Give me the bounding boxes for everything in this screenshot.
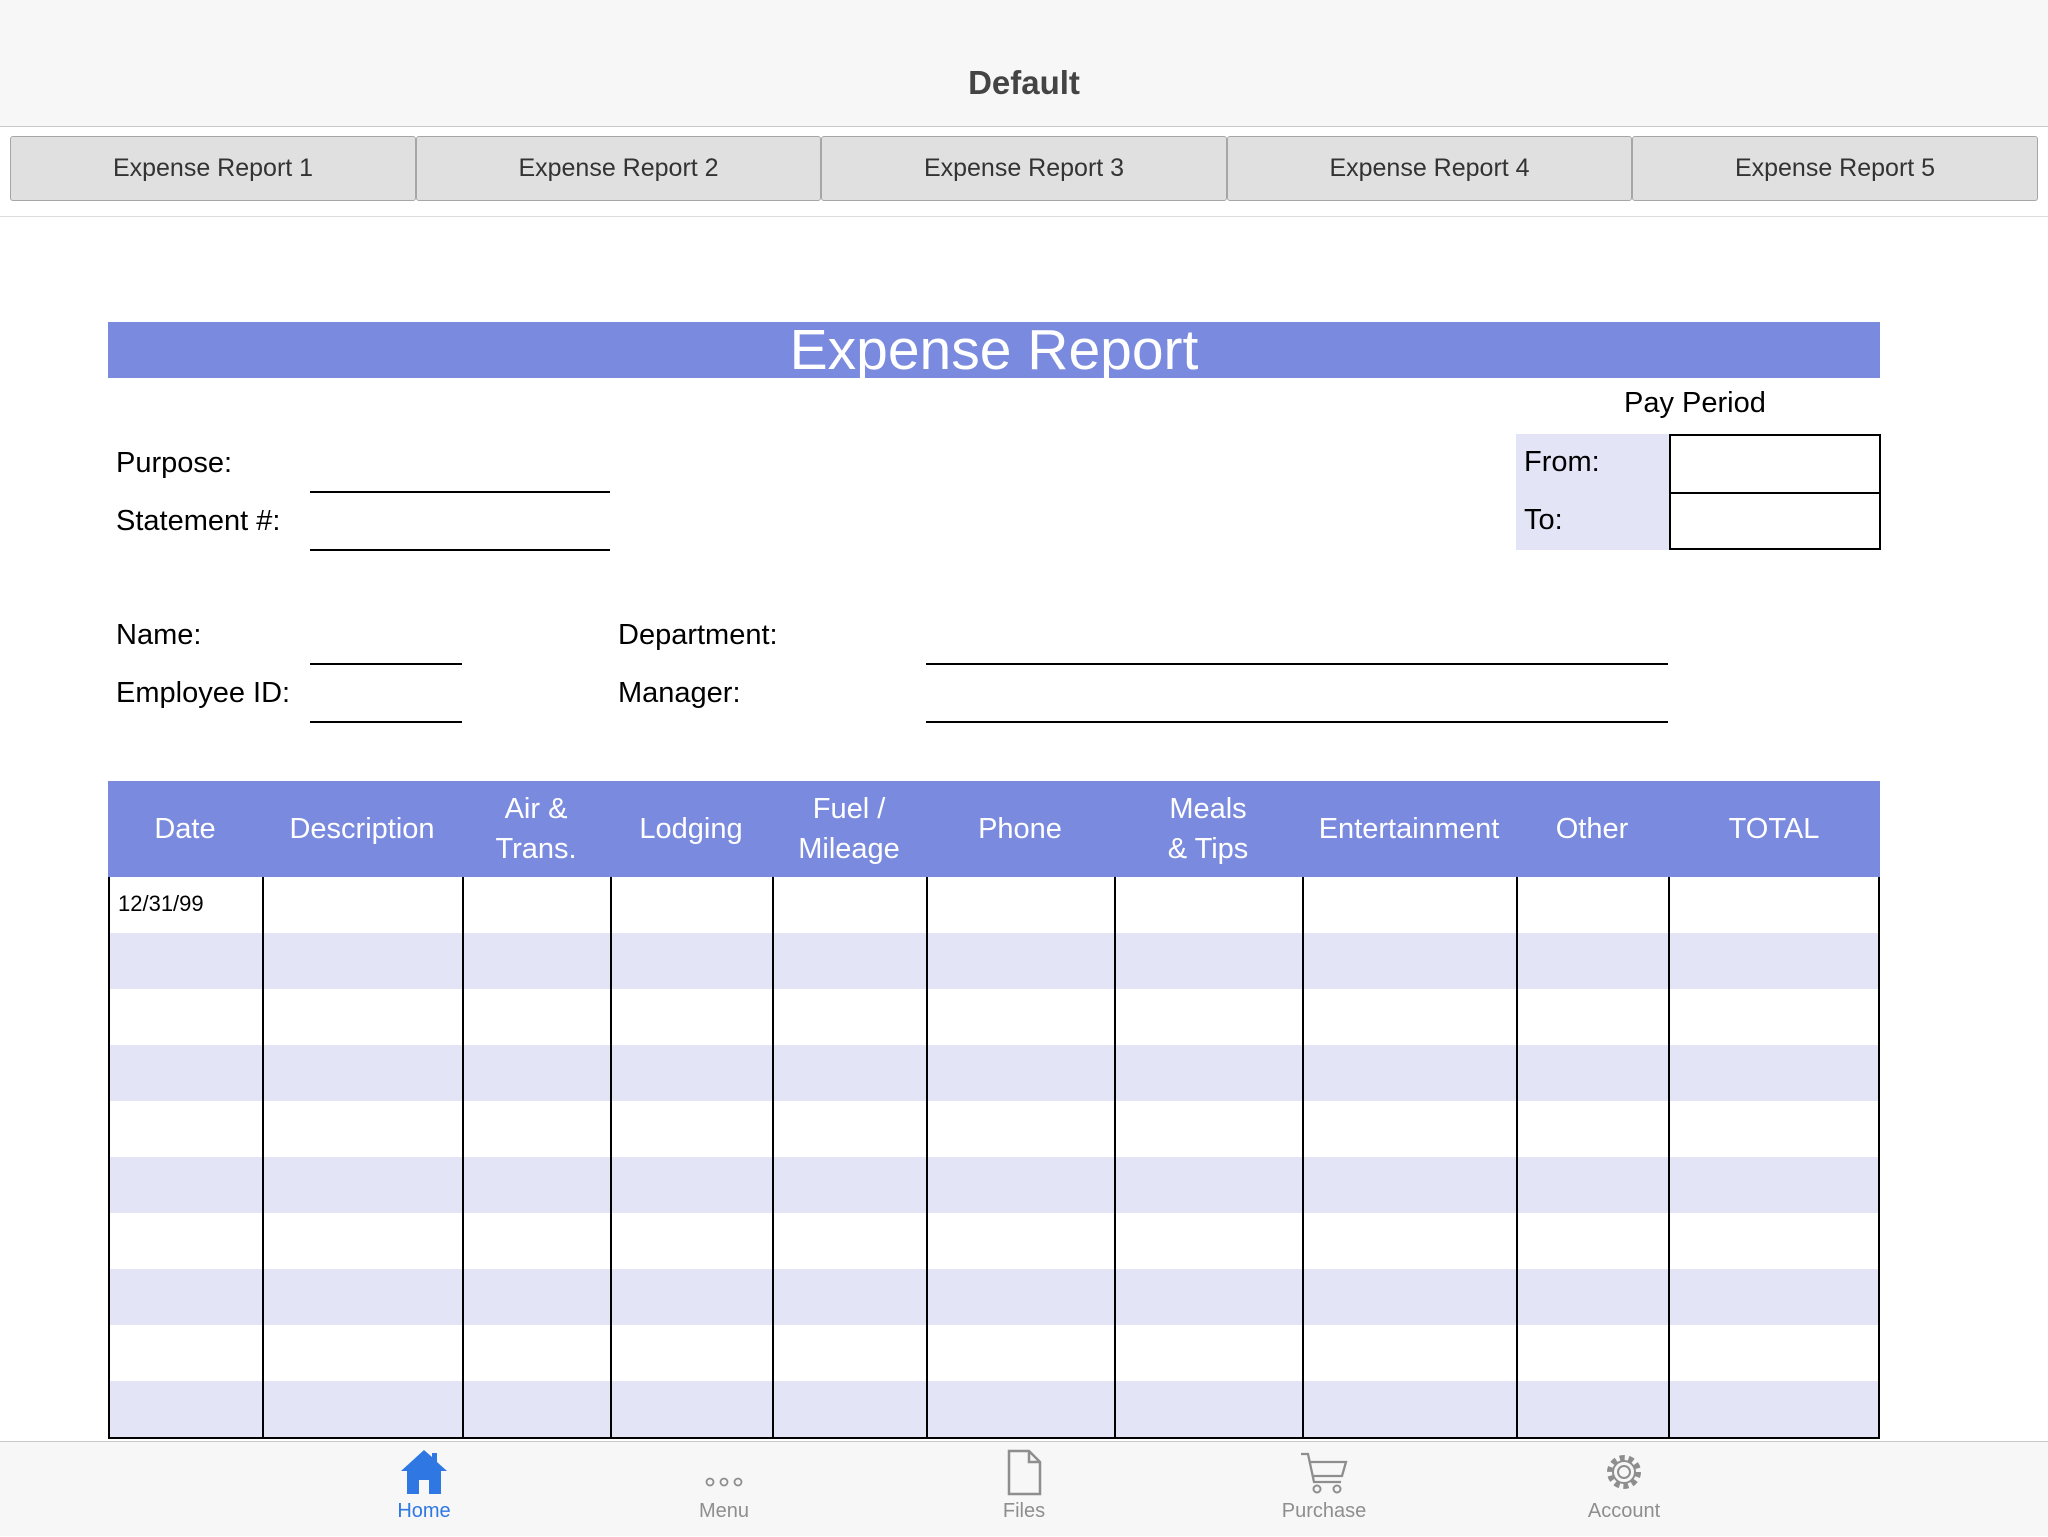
from-label: From: <box>1524 446 1600 478</box>
tab-expense-report-5[interactable]: Expense Report 5 <box>1632 136 2038 201</box>
employee-id-label: Employee ID: <box>116 677 291 709</box>
purpose-label: Purpose: <box>116 447 233 479</box>
cart-icon <box>1301 1452 1348 1494</box>
column-divider <box>262 877 264 1437</box>
department-label: Department: <box>618 619 778 651</box>
sheet-tabs: Expense Report 1 Expense Report 2 Expens… <box>0 127 2048 217</box>
column-divider <box>772 877 774 1437</box>
pay-period-heading: Pay Period <box>1624 387 1766 419</box>
from-date-cell[interactable] <box>1669 434 1881 494</box>
name-label: Name: <box>116 619 202 651</box>
toolbar-account-button[interactable]: Account <box>1524 1442 1724 1537</box>
cell-date-row-1[interactable]: 12/31/99 <box>118 891 204 917</box>
column-divider <box>926 877 928 1437</box>
column-divider <box>1668 877 1670 1437</box>
column-header-entertainment[interactable]: Entertainment <box>1302 781 1516 877</box>
window-title: Default <box>968 64 1080 101</box>
home-icon <box>401 1450 447 1494</box>
column-header-description[interactable]: Description <box>262 781 462 877</box>
purpose-field[interactable] <box>310 491 610 493</box>
table-row-stripe <box>110 1157 1878 1213</box>
statement-label: Statement #: <box>116 505 281 537</box>
tab-expense-report-1[interactable]: Expense Report 1 <box>10 136 416 201</box>
expense-table-body[interactable]: 12/31/99 <box>108 877 1880 1439</box>
file-icon <box>1007 1449 1042 1496</box>
table-row-stripe <box>110 1381 1878 1437</box>
column-divider <box>1302 877 1304 1437</box>
tab-expense-report-2[interactable]: Expense Report 2 <box>416 136 821 201</box>
toolbar-home-button[interactable]: Home <box>324 1442 524 1537</box>
column-header-meals-tips[interactable]: Meals & Tips <box>1114 781 1302 877</box>
table-row-stripe <box>110 933 1878 989</box>
statement-field[interactable] <box>310 549 610 551</box>
column-header-fuel-mileage[interactable]: Fuel / Mileage <box>772 781 926 877</box>
column-header-lodging[interactable]: Lodging <box>610 781 772 877</box>
more-icon <box>705 1477 743 1487</box>
toolbar-menu-button[interactable]: Menu <box>624 1442 824 1537</box>
name-field[interactable] <box>310 663 462 665</box>
column-header-air-trans[interactable]: Air & Trans. <box>462 781 610 877</box>
expense-table-header: Date Description Air & Trans. Lodging Fu… <box>108 781 1880 877</box>
column-divider <box>462 877 464 1437</box>
table-row-stripe <box>110 1045 1878 1101</box>
department-field[interactable] <box>926 663 1668 665</box>
table-row-stripe <box>110 1269 1878 1325</box>
report-title: Expense Report <box>108 322 1880 378</box>
tab-expense-report-4[interactable]: Expense Report 4 <box>1227 136 1632 201</box>
gear-icon <box>1607 1455 1641 1489</box>
spreadsheet[interactable]: Expense Report Pay Period From: To: Purp… <box>0 217 2048 1441</box>
column-header-phone[interactable]: Phone <box>926 781 1114 877</box>
navigation-bar: Default <box>0 0 2048 127</box>
column-divider <box>1516 877 1518 1437</box>
manager-label: Manager: <box>618 677 741 709</box>
column-divider <box>1114 877 1116 1437</box>
bottom-toolbar: Home Menu Files Purchase Account <box>0 1441 2048 1536</box>
column-divider <box>610 877 612 1437</box>
column-header-total[interactable]: TOTAL <box>1668 781 1880 877</box>
employee-id-field[interactable] <box>310 721 462 723</box>
tab-expense-report-3[interactable]: Expense Report 3 <box>821 136 1227 201</box>
column-header-date[interactable]: Date <box>108 781 262 877</box>
column-header-other[interactable]: Other <box>1516 781 1668 877</box>
toolbar-purchase-button[interactable]: Purchase <box>1224 1442 1424 1537</box>
toolbar-files-button[interactable]: Files <box>924 1442 1124 1537</box>
to-date-cell[interactable] <box>1669 492 1881 550</box>
to-label: To: <box>1524 504 1563 536</box>
manager-field[interactable] <box>926 721 1668 723</box>
